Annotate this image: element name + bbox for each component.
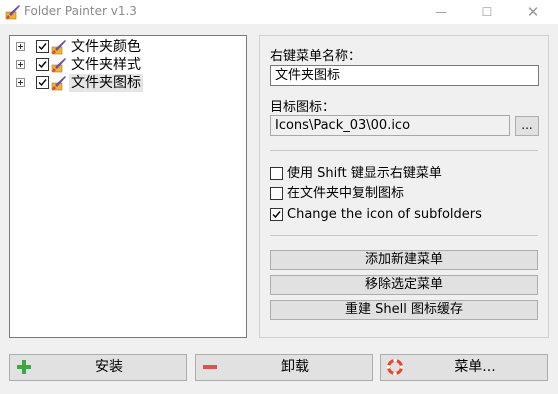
option-checkbox[interactable]: [270, 208, 283, 221]
rebuild-icon-cache-button[interactable]: 重建 Shell 图标缓存: [270, 300, 538, 320]
tree-item-checkbox[interactable]: [36, 58, 49, 71]
expand-icon[interactable]: [16, 60, 25, 69]
option-change-subfolders[interactable]: Change the icon of subfolders: [270, 207, 540, 223]
tree-item-folder-color[interactable]: 文件夹颜色: [16, 38, 196, 56]
option-copy-icon[interactable]: 在文件夹中复制图标: [270, 186, 540, 202]
expand-icon[interactable]: [16, 78, 25, 87]
paintbrush-icon: [51, 76, 66, 91]
menu-tree[interactable]: 文件夹颜色 文件夹样式 文件夹图标: [9, 35, 247, 338]
option-shift-menu[interactable]: 使用 Shift 键显示右键菜单: [270, 166, 540, 182]
option-checkbox[interactable]: [270, 187, 283, 200]
paintbrush-icon: [51, 40, 66, 55]
lifebuoy-icon: [387, 359, 403, 375]
install-button[interactable]: 安装: [9, 354, 187, 381]
tree-item-checkbox[interactable]: [36, 76, 49, 89]
target-icon-path-field[interactable]: Icons\Pack_03\00.ico: [270, 115, 510, 136]
uninstall-label: 卸载: [281, 359, 309, 375]
separator: [270, 235, 538, 236]
uninstall-button[interactable]: 卸载: [195, 354, 373, 381]
browse-button[interactable]: ...: [515, 116, 539, 136]
menu-name-input[interactable]: 文件夹图标: [270, 65, 539, 86]
close-button[interactable]: ✕: [510, 0, 556, 24]
option-label: 在文件夹中复制图标: [287, 186, 405, 201]
remove-menu-button[interactable]: 移除选定菜单: [270, 275, 538, 295]
tree-item-label: 文件夹颜色: [71, 39, 141, 55]
plus-icon: [17, 360, 31, 374]
option-checkbox[interactable]: [270, 167, 283, 180]
tree-item-label: 文件夹图标: [69, 74, 143, 92]
settings-panel: 右键菜单名称： 文件夹图标 目标图标： Icons\Pack_03\00.ico…: [259, 35, 549, 338]
title-bar[interactable]: Folder Painter v1.3 — ☐ ✕: [0, 0, 558, 24]
target-icon-label: 目标图标：: [270, 100, 336, 115]
option-label: 使用 Shift 键显示右键菜单: [287, 166, 442, 181]
paintbrush-icon: [51, 58, 66, 73]
maximize-button[interactable]: ☐: [464, 0, 510, 24]
install-label: 安装: [95, 359, 123, 375]
menu-name-label: 右键菜单名称：: [270, 49, 362, 64]
window-title: Folder Painter v1.3: [24, 4, 137, 18]
menu-button[interactable]: 菜单...: [380, 354, 548, 381]
separator: [270, 150, 538, 151]
option-label: Change the icon of subfolders: [287, 207, 482, 222]
minimize-button[interactable]: —: [418, 0, 464, 24]
paintbrush-app-icon: [5, 5, 20, 20]
menu-label: 菜单...: [454, 359, 496, 375]
tree-item-folder-icon[interactable]: 文件夹图标: [16, 74, 196, 92]
add-menu-button[interactable]: 添加新建菜单: [270, 250, 538, 270]
tree-item-label: 文件夹样式: [71, 57, 141, 73]
minus-icon: [203, 365, 217, 369]
expand-icon[interactable]: [16, 42, 25, 51]
tree-item-folder-style[interactable]: 文件夹样式: [16, 56, 196, 74]
tree-item-checkbox[interactable]: [36, 40, 49, 53]
